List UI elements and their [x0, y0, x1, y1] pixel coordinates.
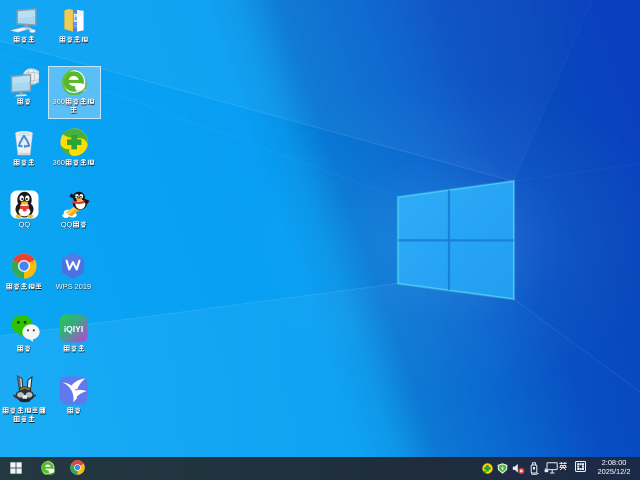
svg-text:iQIYI: iQIYI	[64, 324, 83, 334]
svg-text:WPS 2019: WPS 2019	[56, 281, 91, 290]
svg-text:QQ: QQ	[60, 220, 72, 229]
svg-text:360: 360	[53, 96, 65, 105]
svg-text:360: 360	[53, 158, 65, 167]
svg-text:QQ: QQ	[18, 220, 30, 229]
